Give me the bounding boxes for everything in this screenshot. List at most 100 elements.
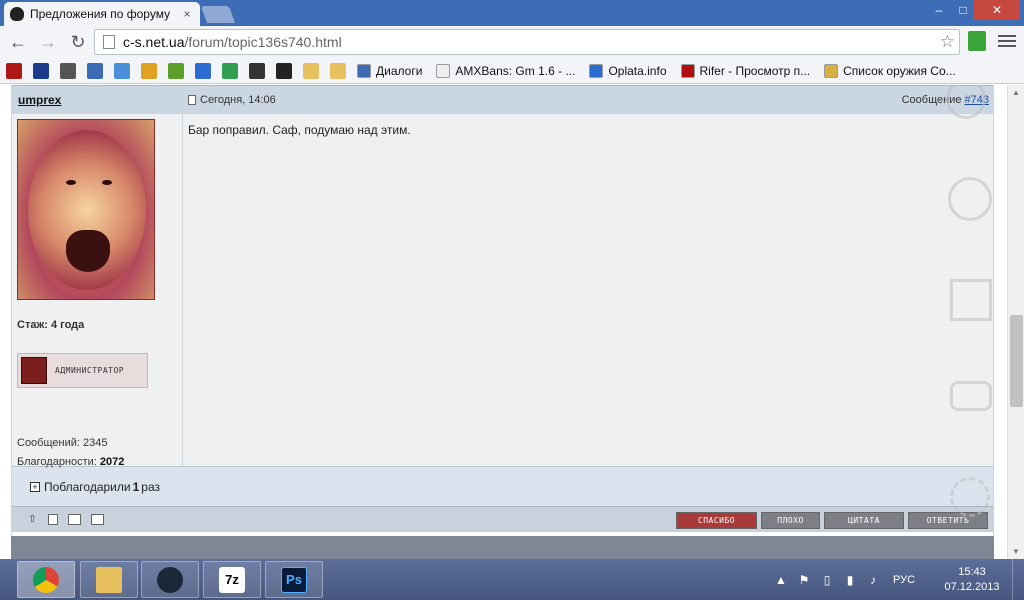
author-name-link[interactable]: umprex [18,93,61,107]
scroll-up-arrow-icon[interactable]: ▲ [1012,88,1020,97]
system-tray: ▲ ⚑ ▯ ▮ ♪ РУС [774,559,929,600]
thanked-bar: + Поблагодарили 1 раз [12,466,993,506]
bookmark-icon-0[interactable] [6,62,22,79]
taskbar-photoshop[interactable]: Ps [265,561,323,598]
expand-plus-icon[interactable]: + [30,481,40,492]
settings-charm-icon [950,477,990,517]
address-bar[interactable]: c-s.net.ua /forum/topic136s740.html ☆ [94,29,960,55]
chrome-menu-button[interactable] [998,31,1016,51]
bookmark-item[interactable]: Список оружия Co... [824,63,956,78]
bookmark-label: Диалоги [376,63,423,78]
bookmark-item[interactable]: Диалоги [357,63,423,78]
role-label: АДМИНИСТРАТОР [55,366,125,375]
message-column: Бар поправил. Саф, подумаю над этим. [183,114,993,466]
bookmark-icon-8[interactable] [222,62,238,79]
url-path: /forum/topic136s740.html [184,34,342,50]
clock-time: 15:43 [958,566,986,578]
thanked-count: 1 [132,479,140,494]
bookmark-favicon-icon [357,63,371,78]
bookmark-icon-9[interactable] [249,62,265,79]
bookmark-label: AMXBans: Gm 1.6 - ... [455,63,576,78]
folder-icon [96,566,122,593]
forum-post: umprex Сегодня, 14:06 Сообщение #743 Ста… [11,85,994,559]
member-tenure: Стаж: 4 года [17,319,85,331]
role-badge: АДМИНИСТРАТОР [17,353,148,388]
taskbar-chrome[interactable] [17,561,75,598]
email-icon[interactable] [91,514,104,525]
bookmark-star-icon[interactable]: ☆ [940,32,955,52]
photoshop-icon: Ps [281,566,307,593]
clock-date: 07.12.2013 [944,581,1000,593]
bookmark-icon-1[interactable] [33,62,49,79]
taskbar-7zip[interactable]: 7z [203,561,261,598]
show-hidden-icons-icon[interactable]: ▲ [774,573,788,587]
close-window-button[interactable]: ✕ [974,0,1020,20]
thanks-label: Благодарности: [17,456,100,468]
browser-tab[interactable]: Предложения по форуму × [4,2,200,26]
minimize-button[interactable]: – [926,0,952,20]
bookmark-icon-10[interactable] [276,62,292,79]
volume-icon[interactable]: ♪ [866,573,880,587]
bookmark-favicon-icon [589,63,604,78]
extension-icon[interactable] [968,31,986,51]
page-scrollbar[interactable]: ▲ ▼ [1007,85,1024,559]
tab-title: Предложения по форуму [30,7,171,21]
scroll-down-arrow-icon[interactable]: ▼ [1012,547,1020,556]
lion-eye-right [102,180,112,185]
bookmark-icon-11[interactable] [303,62,319,79]
taskbar-steam[interactable] [141,561,199,598]
scroll-top-icon[interactable]: ⇧ [26,514,39,525]
scroll-thumb[interactable] [1010,315,1023,407]
thanked-suffix: раз [141,479,160,494]
taskbar-explorer[interactable] [80,561,138,598]
thanks-button[interactable]: СПАСИБО [676,512,757,529]
bookmark-favicon-icon [680,63,695,78]
tab-close-icon[interactable]: × [180,7,194,21]
page-content: umprex Сегодня, 14:06 Сообщение #743 Ста… [0,85,1007,559]
page-icon [103,35,115,49]
bookmark-named-items: Диалоги AMXBans: Gm 1.6 - ... Oplata.info R… [357,63,970,78]
quote-button[interactable]: ЦИТАТА [824,512,904,529]
role-avatar [21,357,47,384]
maximize-button[interactable]: □ [952,0,974,20]
forward-button[interactable]: → [36,30,60,54]
devices-charm-icon [950,381,992,411]
new-tab-button[interactable] [200,6,236,23]
title-bar: Предложения по форуму × – □ ✕ [0,0,1024,26]
bookmark-item[interactable]: Rifer - Просмотр п... [680,63,811,78]
network-icon[interactable]: ▮ [843,573,857,587]
lion-eye-left [66,180,76,185]
back-button[interactable]: ← [6,30,30,54]
bad-button[interactable]: ПЛОХО [761,512,820,529]
bookmark-icon-6[interactable] [168,62,184,79]
bookmark-icon-2[interactable] [60,62,76,79]
language-indicator[interactable]: РУС [893,574,915,586]
thanks-count: Благодарности: 2072 [17,456,124,468]
bookmark-icon-12[interactable] [330,62,346,79]
thanks-value: 2072 [99,456,125,468]
bookmark-item[interactable]: Oplata.info [589,63,667,78]
post-footer: ⇧ СПАСИБО ПЛОХО ЦИТАТА ОТВЕТИТЬ [12,506,993,532]
bookmark-icon-5[interactable] [141,62,157,79]
device-icon[interactable]: ▯ [820,573,834,587]
report-icon[interactable] [48,514,58,525]
private-message-icon[interactable] [68,514,81,525]
bookmark-label: Rifer - Просмотр п... [699,63,811,78]
steam-icon [157,566,183,593]
post-header: umprex Сегодня, 14:06 Сообщение #743 [12,85,993,114]
messages-count: Сообщений: 2345 [17,437,108,449]
url-host: c-s.net.ua [123,34,185,50]
bookmark-item[interactable]: AMXBans: Gm 1.6 - ... [436,63,576,78]
lion-mouth [66,230,110,272]
action-center-flag-icon[interactable]: ⚑ [797,573,811,587]
bookmark-label: Oplata.info [608,63,667,78]
show-desktop-button[interactable] [1012,559,1024,600]
author-column: Стаж: 4 года АДМИНИСТРАТОР Сообщений: 23… [12,114,183,468]
reload-button[interactable]: ↻ [66,30,90,54]
taskbar: 7z Ps ▲ ⚑ ▯ ▮ ♪ РУС 15:43 07.12.2013 [0,559,1024,600]
avatar[interactable] [17,119,155,300]
clock[interactable]: 15:43 07.12.2013 [936,565,1008,595]
bookmark-icon-4[interactable] [114,62,130,79]
bookmark-icon-3[interactable] [87,62,103,79]
bookmark-icon-7[interactable] [195,62,211,79]
